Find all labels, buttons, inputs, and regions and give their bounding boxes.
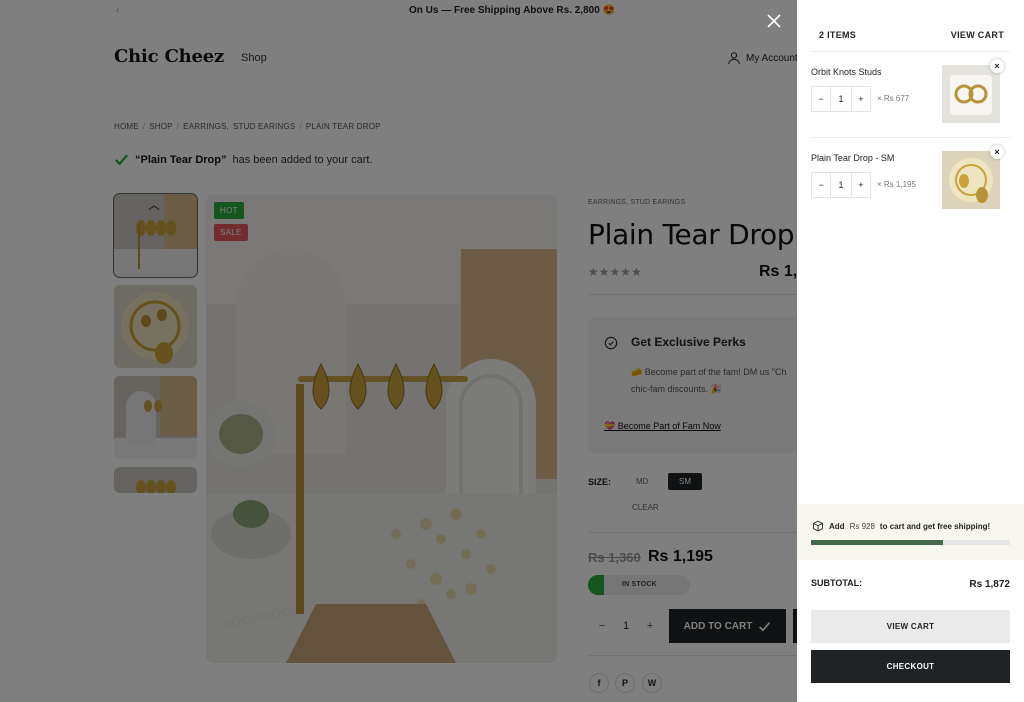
shipping-progress-fill xyxy=(811,540,944,545)
view-cart-link[interactable]: VIEW CART xyxy=(951,30,1004,40)
cart-item-image[interactable] xyxy=(942,65,1000,123)
cart-item-decrease-button[interactable]: − xyxy=(812,173,832,197)
checkout-button[interactable]: CHECKOUT xyxy=(811,650,1010,683)
view-cart-button[interactable]: VIEW CART xyxy=(811,610,1010,643)
cart-item-count: 2 ITEMS xyxy=(819,30,857,40)
free-shipping-progress: Add Rs 928 to cart and get free shipping… xyxy=(797,504,1024,560)
shipping-suffix: to cart and get free shipping! xyxy=(879,521,991,531)
cart-item-image[interactable] xyxy=(942,151,1000,209)
remove-item-button[interactable]: × xyxy=(990,145,1004,159)
cart-drawer-header: 2 ITEMS VIEW CART xyxy=(811,0,1010,52)
cart-item-quantity[interactable]: 1 xyxy=(831,94,850,104)
free-shipping-message: Add Rs 928 to cart and get free shipping… xyxy=(812,520,990,532)
shipping-progress-bar xyxy=(811,540,1010,545)
cart-item-increase-button[interactable]: + xyxy=(850,87,870,111)
remove-item-button[interactable]: × xyxy=(990,59,1004,73)
subtotal-value: Rs 1,872 xyxy=(969,579,1010,590)
subtotal-row: SUBTOTAL: Rs 1,872 xyxy=(811,578,1010,590)
cart-item-quantity-stepper: − 1 + xyxy=(811,172,871,198)
cart-item-name[interactable]: Orbit Knots Studs xyxy=(811,67,882,77)
close-icon[interactable] xyxy=(766,13,782,29)
cart-item-price: × Rs 677 xyxy=(877,94,910,103)
cart-item-quantity[interactable]: 1 xyxy=(831,180,850,190)
cart-item-decrease-button[interactable]: − xyxy=(812,87,832,111)
shipping-prefix: Add xyxy=(829,521,845,531)
package-icon xyxy=(813,520,823,532)
shipping-amount: Rs 928 xyxy=(849,521,875,531)
cart-item-quantity-stepper: − 1 + xyxy=(811,86,871,112)
subtotal-label: SUBTOTAL: xyxy=(811,578,863,588)
cart-item: Orbit Knots Studs − 1 + × Rs 677 × xyxy=(811,52,1010,138)
cart-item-increase-button[interactable]: + xyxy=(850,173,870,197)
page-overlay[interactable] xyxy=(0,0,797,702)
cart-item-price: × Rs 1,195 xyxy=(877,180,916,189)
cart-drawer: 2 ITEMS VIEW CART Orbit Knots Studs − 1 … xyxy=(797,0,1024,702)
cart-item-name[interactable]: Plain Tear Drop - SM xyxy=(811,153,894,163)
cart-item: Plain Tear Drop - SM − 1 + × Rs 1,195 × xyxy=(811,138,1010,224)
